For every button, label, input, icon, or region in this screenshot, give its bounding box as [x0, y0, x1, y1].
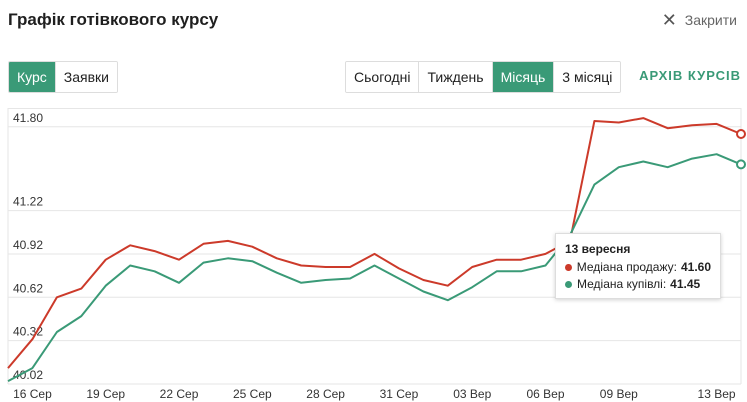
sell-line-point	[736, 129, 746, 140]
archive-link[interactable]: АРХІВ КУРСІВ	[639, 68, 741, 83]
y-tick-label: 41.22	[13, 195, 43, 209]
tooltip-buy-row: Медіана купівлі: 41.45	[565, 277, 711, 291]
x-tick-label: 16 Сер	[13, 387, 52, 401]
x-tick-label: 31 Сер	[380, 387, 419, 401]
chart-tooltip: 13 вересня Медіана продажу: 41.60 Медіан…	[555, 233, 721, 299]
y-tick-label: 40.92	[13, 238, 43, 252]
tab-3-months[interactable]: 3 місяці	[554, 62, 621, 92]
x-tick-label: 19 Сер	[86, 387, 125, 401]
x-tick-label: 13 Вер	[698, 387, 736, 401]
tooltip-date: 13 вересня	[565, 242, 631, 256]
tooltip-buy-value: 41.45	[670, 277, 701, 291]
y-tick-label: 41.80	[13, 111, 43, 125]
tab-today[interactable]: Сьогодні	[346, 62, 420, 92]
x-tick-label: 03 Вер	[453, 387, 491, 401]
x-tick-label: 25 Сер	[233, 387, 272, 401]
tab-rate[interactable]: Курс	[9, 62, 56, 92]
buy-dot-icon	[565, 280, 572, 288]
buy-line-point	[736, 159, 746, 170]
x-tick-label: 28 Сер	[306, 387, 345, 401]
x-tick-label: 22 Сер	[160, 387, 199, 401]
close-label: Закрити	[684, 12, 737, 28]
tab-requests[interactable]: Заявки	[55, 62, 118, 92]
tooltip-buy-label: Медіана купівлі:	[577, 277, 667, 291]
mode-tabs: Курс Заявки	[8, 61, 119, 93]
sell-dot-icon	[565, 263, 572, 271]
tooltip-sell-row: Медіана продажу: 41.60	[565, 260, 711, 274]
tab-month[interactable]: Місяць	[492, 62, 555, 92]
page-title: Графік готівкового курсу	[8, 10, 219, 29]
y-tick-label: 40.62	[13, 281, 43, 295]
x-tick-label: 09 Вер	[600, 387, 638, 401]
tooltip-sell-label: Медіана продажу:	[576, 260, 677, 274]
close-icon: ✕	[661, 10, 677, 30]
x-tick-label: 06 Вер	[527, 387, 565, 401]
period-tabs: Сьогодні Тиждень Місяць 3 місяці	[345, 61, 622, 93]
tooltip-sell-value: 41.60	[680, 260, 711, 274]
tab-week[interactable]: Тиждень	[419, 62, 493, 92]
close-button[interactable]: ✕ Закрити	[661, 10, 737, 30]
